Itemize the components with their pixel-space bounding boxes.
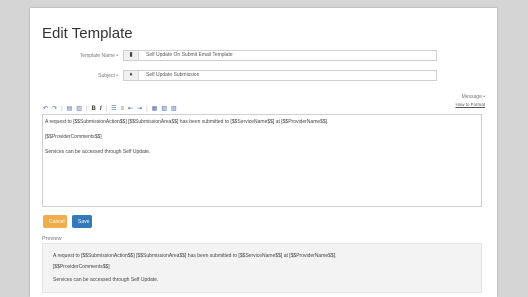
subject-field[interactable]: ♦ Self Update Submission xyxy=(123,70,437,81)
preview-panel: A request to [$$SubmissionAction$$] [$$S… xyxy=(42,243,482,293)
preview-line: [$$ProviderComments$$] xyxy=(53,264,110,270)
undo-icon[interactable]: ↶ xyxy=(42,105,49,113)
toolbar-divider: | xyxy=(61,106,63,112)
editor-line: Services can be accessed through Self Up… xyxy=(45,149,151,155)
source-icon[interactable]: ▤ xyxy=(66,105,74,113)
image-icon[interactable]: ▦ xyxy=(151,105,159,113)
cancel-button[interactable]: Cancel xyxy=(43,215,67,228)
redo-icon[interactable]: ↷ xyxy=(51,105,58,113)
preview-line: Services can be accessed through Self Up… xyxy=(53,277,159,283)
edit-template-panel: Edit Template Template Name • ▮ Self Upd… xyxy=(30,8,497,297)
preview-line: A request to [$$SubmissionAction$$] [$$S… xyxy=(53,253,337,259)
editor-line: A request to [$$SubmissionAction$$] [$$S… xyxy=(45,119,329,125)
file-icon: ▮ xyxy=(124,51,139,60)
message-editor[interactable]: A request to [$$SubmissionAction$$] [$$S… xyxy=(42,114,482,207)
editor-line: [$$ProviderComments$$] xyxy=(45,134,102,140)
table-icon[interactable]: ▧ xyxy=(160,105,168,113)
bold-icon[interactable]: B xyxy=(91,105,97,113)
tag-icon: ♦ xyxy=(124,71,139,80)
indent-icon[interactable]: ⇥ xyxy=(136,105,143,113)
template-name-value: Self Update On Submit Email Template xyxy=(146,52,233,58)
horizontal-rule-icon[interactable]: ▨ xyxy=(170,105,178,113)
preview-label: Preview xyxy=(42,236,62,242)
editor-toolbar: ↶ ↷ | ▤ ▥ | B I | ☰ ≡ ⇤ ⇥ | ▦ ▧ ▨ xyxy=(42,104,178,114)
numbered-list-icon[interactable]: ☰ xyxy=(110,105,117,113)
toolbar-divider: | xyxy=(85,106,88,112)
how-to-format-link[interactable]: How to Format xyxy=(455,102,485,107)
template-name-label: Template Name • xyxy=(79,53,118,59)
subject-value: Self Update Submission xyxy=(146,72,200,78)
bulleted-list-icon[interactable]: ≡ xyxy=(120,105,126,113)
italic-icon[interactable]: I xyxy=(99,105,103,113)
outdent-icon[interactable]: ⇤ xyxy=(127,105,134,113)
template-name-field[interactable]: ▮ Self Update On Submit Email Template xyxy=(123,50,437,61)
page-title: Edit Template xyxy=(42,25,133,42)
save-button[interactable]: Save xyxy=(72,215,92,228)
subject-label: Subject • xyxy=(98,73,118,79)
message-label: Message • xyxy=(461,94,485,100)
toolbar-divider: | xyxy=(105,106,108,112)
template-icon[interactable]: ▥ xyxy=(75,105,83,113)
toolbar-divider: | xyxy=(146,106,148,112)
